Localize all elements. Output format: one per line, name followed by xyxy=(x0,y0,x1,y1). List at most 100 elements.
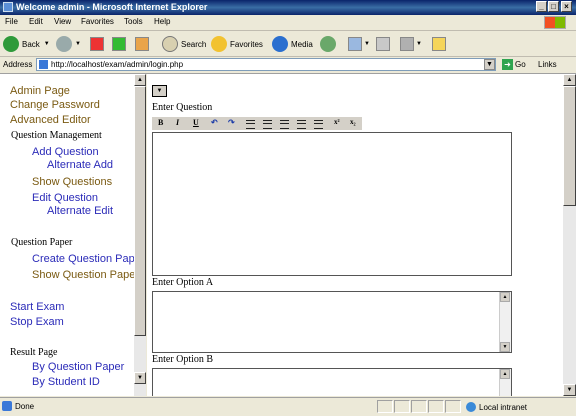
create-question-paper-link[interactable]: Create Question Paper xyxy=(32,253,134,265)
menu-view[interactable]: View xyxy=(54,17,71,26)
go-label: Go xyxy=(515,60,526,69)
menu-help[interactable]: Help xyxy=(154,17,170,26)
favorites-button[interactable]: Favorites xyxy=(211,35,263,53)
edit-icon xyxy=(400,37,414,51)
media-label: Media xyxy=(291,39,313,49)
go-button[interactable]: ➜ Go xyxy=(502,59,526,70)
window-title: Welcome admin - Microsoft Internet Explo… xyxy=(16,2,208,12)
print-button[interactable] xyxy=(376,35,390,53)
back-label: Back xyxy=(22,39,40,49)
question-editor[interactable] xyxy=(152,132,512,276)
content-scrollbar[interactable]: ▲ ▼ xyxy=(563,74,576,396)
forward-button[interactable]: ▼ xyxy=(56,35,81,53)
option-b-textarea[interactable]: ▲ xyxy=(152,368,512,396)
menu-edit[interactable]: Edit xyxy=(29,17,43,26)
address-dropdown-button[interactable]: ▼ xyxy=(484,59,495,70)
question-type-select[interactable]: ▼ xyxy=(152,85,167,97)
italic-button[interactable]: I xyxy=(176,118,179,127)
show-question-paper-link[interactable]: Show Question Paper xyxy=(32,269,134,281)
alternate-add-link[interactable]: Alternate Add xyxy=(47,159,113,171)
scroll-up-button[interactable]: ▲ xyxy=(563,74,576,86)
superscript-button[interactable]: x² xyxy=(334,118,340,126)
editor-toolbar: B I U ↶ ↷ x² x₂ xyxy=(152,116,362,130)
add-question-link[interactable]: Add Question xyxy=(32,146,99,158)
close-button[interactable]: × xyxy=(561,1,572,12)
stop-exam-link[interactable]: Stop Exam xyxy=(10,316,64,328)
home-icon xyxy=(135,37,149,51)
menu-tools[interactable]: Tools xyxy=(124,17,143,26)
by-student-id-link[interactable]: By Student ID xyxy=(32,376,100,388)
address-input[interactable]: http://localhost/exam/admin/login.php xyxy=(36,58,496,71)
content-frame: ▼ Enter Question B I U ↶ ↷ x² x₂ Enter O… xyxy=(147,74,563,396)
status-pane xyxy=(428,400,444,413)
menu-file[interactable]: File xyxy=(5,17,18,26)
history-button[interactable] xyxy=(320,35,339,53)
result-page-heading: Result Page xyxy=(10,347,58,358)
menu-favorites[interactable]: Favorites xyxy=(81,17,114,26)
mail-icon xyxy=(348,37,362,51)
zone-label: Local intranet xyxy=(479,402,528,412)
scroll-up-button[interactable]: ▲ xyxy=(134,74,146,86)
search-button[interactable]: Search xyxy=(162,35,206,53)
star-icon xyxy=(211,36,227,52)
links-button[interactable]: Links xyxy=(538,60,557,69)
subscript-button[interactable]: x₂ xyxy=(350,118,356,126)
chevron-down-icon: ▼ xyxy=(416,41,422,47)
search-label: Search xyxy=(181,39,207,49)
home-button[interactable] xyxy=(135,35,149,53)
scroll-down-button[interactable]: ▼ xyxy=(500,342,510,352)
status-pane xyxy=(445,400,461,413)
status-text: Done xyxy=(15,402,35,411)
underline-button[interactable]: U xyxy=(193,118,199,127)
option-a-scrollbar[interactable]: ▲ ▼ xyxy=(499,292,511,352)
maximize-button[interactable]: □ xyxy=(548,1,559,12)
windows-logo-icon xyxy=(544,16,566,29)
refresh-button[interactable] xyxy=(112,35,126,53)
scroll-up-button[interactable]: ▲ xyxy=(500,369,510,379)
enter-option-a-label: Enter Option A xyxy=(152,277,214,288)
show-questions-link[interactable]: Show Questions xyxy=(32,176,112,188)
alternate-edit-link[interactable]: Alternate Edit xyxy=(47,205,113,217)
minimize-button[interactable]: _ xyxy=(536,1,547,12)
start-exam-link[interactable]: Start Exam xyxy=(10,301,64,313)
option-a-textarea[interactable]: ▲ ▼ xyxy=(152,291,512,353)
ie-icon xyxy=(3,2,13,12)
intranet-icon xyxy=(466,402,476,412)
toolbar: Back ▼ ▼ Search Favorites Media ▼ ▼ xyxy=(0,31,576,57)
outdent-icon[interactable] xyxy=(314,120,323,129)
edit-question-link[interactable]: Edit Question xyxy=(32,192,98,204)
scroll-down-button[interactable]: ▼ xyxy=(563,384,576,396)
redo-button[interactable]: ↷ xyxy=(228,118,235,127)
search-icon xyxy=(162,36,178,52)
question-paper-heading: Question Paper xyxy=(11,237,73,248)
admin-page-link[interactable]: Admin Page xyxy=(10,85,70,97)
media-button[interactable]: Media xyxy=(272,35,313,53)
stop-button[interactable] xyxy=(90,35,104,53)
bold-button[interactable]: B xyxy=(158,118,163,127)
indent-icon[interactable] xyxy=(297,120,306,129)
scroll-thumb[interactable] xyxy=(563,86,576,206)
option-b-scrollbar[interactable]: ▲ xyxy=(499,369,511,396)
messenger-button[interactable] xyxy=(432,35,446,53)
scroll-down-button[interactable]: ▼ xyxy=(134,372,146,384)
scroll-thumb[interactable] xyxy=(134,86,146,336)
by-question-paper-link[interactable]: By Question Paper xyxy=(32,361,124,373)
address-bar: Address http://localhost/exam/admin/logi… xyxy=(0,57,576,74)
align-left-icon[interactable] xyxy=(246,120,255,129)
status-pane xyxy=(411,400,427,413)
undo-button[interactable]: ↶ xyxy=(211,118,218,127)
mail-button[interactable]: ▼ xyxy=(348,35,370,53)
page-done-icon xyxy=(2,401,12,411)
align-center-icon[interactable] xyxy=(263,120,272,129)
change-password-link[interactable]: Change Password xyxy=(10,99,100,111)
back-button[interactable]: Back ▼ xyxy=(3,35,50,53)
align-right-icon[interactable] xyxy=(280,120,289,129)
note-icon xyxy=(432,37,446,51)
advanced-editor-link[interactable]: Advanced Editor xyxy=(10,114,91,126)
favorites-label: Favorites xyxy=(230,39,263,49)
edit-button[interactable]: ▼ xyxy=(400,35,422,53)
navigation-scrollbar[interactable]: ▲ ▼ xyxy=(134,74,146,396)
status-pane xyxy=(394,400,410,413)
status-pane xyxy=(377,400,393,413)
scroll-up-button[interactable]: ▲ xyxy=(500,292,510,302)
